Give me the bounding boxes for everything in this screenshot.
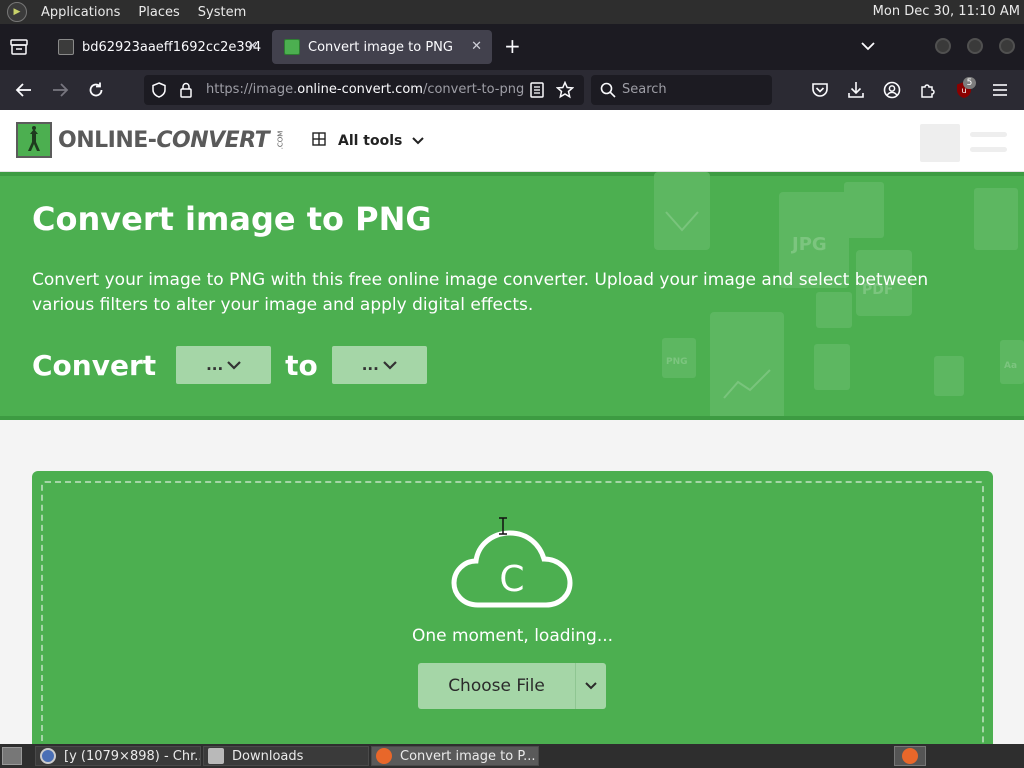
web-page: ONLINE-CONVERT .COM All tools JPG PDF PN… <box>0 110 1024 744</box>
taskbar-item-firefox[interactable]: Convert image to P... <box>371 746 539 766</box>
chevron-down-icon <box>227 356 241 374</box>
search-icon <box>600 82 616 102</box>
source-format-select[interactable]: ... <box>176 346 272 384</box>
chrome-icon <box>40 748 56 764</box>
chevron-down-icon <box>383 356 397 374</box>
os-menu-logo-icon[interactable]: ▶ <box>7 2 27 22</box>
browser-tab-2[interactable]: Convert image to PNG ✕ <box>272 30 492 64</box>
tab-list-icon[interactable] <box>9 37 29 57</box>
online-convert-logo[interactable]: ONLINE-CONVERT .COM <box>16 122 290 158</box>
terminal-favicon-icon <box>58 39 74 55</box>
svg-text:PNG: PNG <box>666 357 688 367</box>
online-convert-favicon-icon <box>284 39 300 55</box>
source-format-value: ... <box>206 356 224 374</box>
search-input[interactable]: Search <box>591 75 772 105</box>
tracking-shield-icon[interactable] <box>152 82 166 102</box>
grid-icon <box>312 132 326 150</box>
all-tools-label: All tools <box>338 133 403 149</box>
tray-firefox-icon[interactable] <box>894 746 926 766</box>
loading-text: One moment, loading... <box>411 626 614 646</box>
os-menu-system[interactable]: System <box>194 5 250 20</box>
taskbar-item-label: [y (1079×898) - Chr... <box>64 748 201 764</box>
os-menu-applications[interactable]: Applications <box>37 5 124 20</box>
all-tools-menu[interactable]: All tools <box>312 132 425 150</box>
convert-format-row: Convert ... to ... <box>32 346 427 384</box>
taskbar-item-downloads[interactable]: Downloads <box>203 746 369 766</box>
target-format-select[interactable]: ... <box>331 346 427 384</box>
show-desktop-icon[interactable] <box>2 747 22 765</box>
navigation-toolbar: https://image.online-convert.com/convert… <box>0 70 1024 110</box>
browser-tab-strip: bd62923aaeff1692cc2e394 ✕ Convert image … <box>0 24 1024 70</box>
reader-view-icon[interactable] <box>530 82 544 102</box>
logo-text-convert: CONVERT <box>156 127 270 153</box>
target-format-value: ... <box>361 356 379 374</box>
os-menu-places[interactable]: Places <box>134 5 183 20</box>
window-minimize-button[interactable] <box>935 38 951 54</box>
logo-text-online: ONLINE- <box>58 127 157 153</box>
taskbar-item-chrome[interactable]: [y (1079×898) - Chr... <box>35 746 201 766</box>
hamburger-line[interactable] <box>970 147 1007 152</box>
taskbar-item-label: Downloads <box>232 748 304 764</box>
svg-text:Aa: Aa <box>1004 361 1017 371</box>
convert-label: Convert <box>32 348 157 382</box>
page-description: Convert your image to PNG with this free… <box>32 270 929 315</box>
account-icon[interactable] <box>882 80 902 100</box>
to-label: to <box>285 348 318 382</box>
close-tab-icon[interactable]: ✕ <box>247 39 258 54</box>
logo-com: .COM <box>276 130 285 150</box>
tab-title: Convert image to PNG <box>308 39 453 55</box>
pocket-icon[interactable] <box>810 80 830 100</box>
reload-icon[interactable] <box>86 80 106 100</box>
choose-file-label[interactable]: Choose File <box>418 663 576 709</box>
os-top-panel: ▶ Applications Places System Mon Dec 30,… <box>0 0 1024 24</box>
url-host: online-convert.com <box>297 82 423 97</box>
cloud-letter: C <box>499 559 524 600</box>
close-tab-icon[interactable]: ✕ <box>471 39 482 54</box>
upload-source-dropdown-icon[interactable] <box>576 663 606 709</box>
app-menu-icon[interactable] <box>990 80 1010 100</box>
choose-file-button[interactable]: Choose File <box>418 663 606 709</box>
folder-icon <box>208 748 224 764</box>
back-arrow-icon[interactable] <box>14 80 34 100</box>
window-maximize-button[interactable] <box>967 38 983 54</box>
hero-stripe-bottom <box>0 416 1024 420</box>
chevron-down-icon[interactable] <box>858 36 878 56</box>
text-cursor-icon <box>499 517 507 535</box>
page-title: Convert image to PNG <box>32 200 432 238</box>
tab-title: bd62923aaeff1692cc2e394 <box>82 39 262 55</box>
os-clock[interactable]: Mon Dec 30, 11:10 AM <box>873 4 1020 19</box>
url-prefix: https://image. <box>206 82 298 97</box>
browser-tab-1[interactable]: bd62923aaeff1692cc2e394 ✕ <box>46 30 268 64</box>
firefox-icon <box>376 748 392 764</box>
extensions-puzzle-icon[interactable] <box>918 80 938 100</box>
forward-arrow-icon[interactable] <box>50 80 70 100</box>
site-header: ONLINE-CONVERT .COM All tools <box>0 110 1024 172</box>
os-taskbar: [y (1079×898) - Chr... Downloads Convert… <box>0 744 1024 768</box>
cloud-upload-icon: C <box>451 530 573 608</box>
url-path: /convert-to-png <box>422 82 525 97</box>
hero-section: JPG PDF PNG Aa Convert image to PNG Conv… <box>0 172 1024 420</box>
logo-text: ONLINE-CONVERT <box>58 127 270 153</box>
new-tab-icon[interactable]: + <box>504 36 521 56</box>
bookmark-star-icon[interactable] <box>555 80 575 103</box>
window-close-button[interactable] <box>999 38 1015 54</box>
chevron-down-icon <box>412 133 425 149</box>
logo-mark-icon <box>16 122 52 158</box>
lock-icon[interactable] <box>180 82 192 102</box>
url-text[interactable]: https://image.online-convert.com/convert… <box>206 82 524 97</box>
downloads-icon[interactable] <box>846 80 866 100</box>
upload-dropzone[interactable]: C One moment, loading... Choose File <box>32 471 993 744</box>
svg-text:JPG: JPG <box>790 234 827 255</box>
hamburger-line[interactable] <box>970 132 1007 137</box>
search-placeholder: Search <box>622 82 667 97</box>
taskbar-item-label: Convert image to P... <box>400 748 536 764</box>
url-bar[interactable]: https://image.online-convert.com/convert… <box>144 75 584 105</box>
header-placeholder-block <box>920 124 960 162</box>
extension-badge: 5 <box>963 77 976 89</box>
